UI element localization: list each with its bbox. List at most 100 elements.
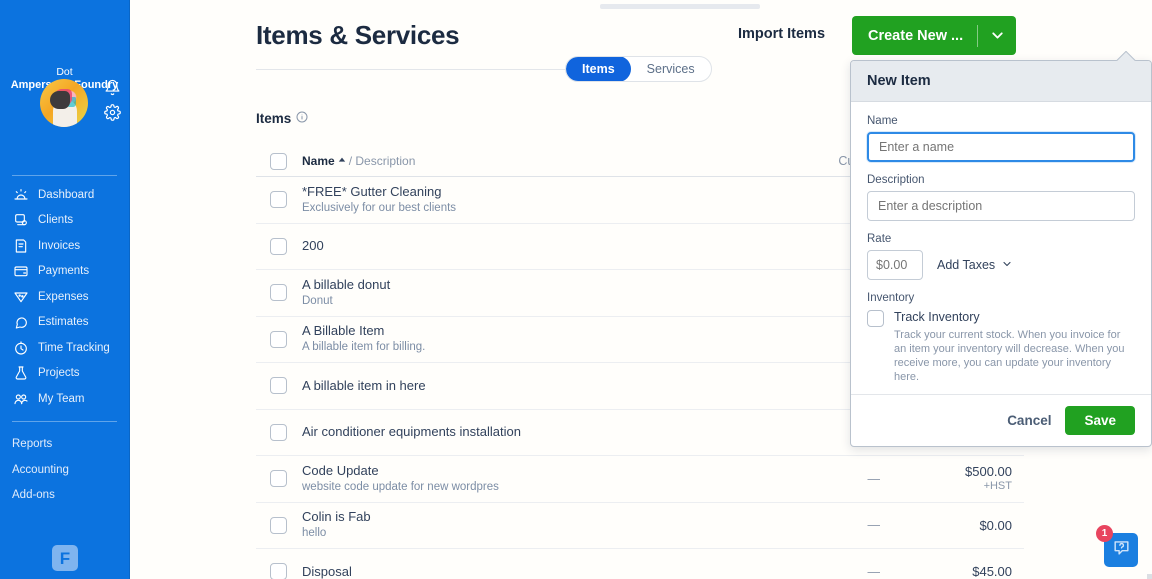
estimates-icon [12, 314, 29, 331]
column-header-description: Description [355, 154, 415, 168]
sidebar-item-expenses[interactable]: Expenses [0, 284, 129, 310]
tab-services[interactable]: Services [631, 56, 711, 82]
create-new-button[interactable]: Create New ... [852, 16, 1016, 55]
create-new-label: Create New ... [852, 28, 977, 44]
row-name: A Billable Item [302, 323, 754, 339]
items-services-toggle: Items Services [565, 56, 712, 82]
track-inventory-checkbox[interactable] [867, 310, 884, 327]
import-items-button[interactable]: Import Items [738, 26, 825, 42]
row-checkbox[interactable] [270, 377, 287, 394]
description-label: Description [867, 174, 1135, 186]
tab-items[interactable]: Items [566, 56, 631, 82]
gear-icon[interactable] [104, 104, 121, 121]
main-content: Items & Services Import Items Create New… [130, 0, 1152, 579]
row-checkbox[interactable] [270, 331, 287, 348]
sidebar-item-label: Expenses [38, 291, 89, 303]
sidebar-divider-bottom [12, 421, 117, 422]
description-field-group: Description [867, 174, 1135, 221]
row-current: — [764, 565, 894, 579]
track-inventory-description: Track your current stock. When you invoi… [894, 328, 1135, 384]
sidebar-item-dashboard[interactable]: Dashboard [0, 182, 129, 208]
select-all-checkbox[interactable] [270, 153, 287, 170]
row-checkbox[interactable] [270, 424, 287, 441]
track-inventory-label: Track Inventory [894, 309, 1135, 325]
description-input[interactable] [867, 191, 1135, 221]
table-row[interactable]: Colin is Fab hello — $0.00 [256, 503, 1024, 550]
save-button[interactable]: Save [1065, 406, 1135, 435]
sidebar-item-time-tracking[interactable]: Time Tracking [0, 335, 129, 361]
dashboard-icon [12, 186, 29, 203]
new-item-modal: New Item Name Description Rate Add Taxes [850, 60, 1152, 447]
sidebar-item-my-team[interactable]: My Team [0, 386, 129, 412]
row-name: Disposal [302, 564, 754, 579]
row-checkbox[interactable] [270, 191, 287, 208]
team-icon [12, 390, 29, 407]
row-name: A billable item in here [302, 378, 754, 394]
column-header-name-description[interactable]: Name/ Description [302, 154, 415, 168]
inventory-label: Inventory [867, 292, 1135, 304]
bell-icon[interactable] [104, 79, 121, 96]
row-name: A billable donut [302, 277, 754, 293]
user-first-name: Dot [0, 66, 129, 79]
sidebar-item-label: Time Tracking [38, 342, 110, 354]
logo-letter: F [60, 550, 70, 567]
sidebar-item-label: Invoices [38, 240, 80, 252]
row-name: 200 [302, 238, 754, 254]
expenses-icon [12, 288, 29, 305]
sidebar-item-label: My Team [38, 393, 84, 405]
sidebar-header: Dot Ampersand Foundry [0, 66, 129, 166]
chevron-down-icon [1001, 258, 1013, 273]
rate-field-group: Rate Add Taxes [867, 233, 1135, 280]
row-checkbox[interactable] [270, 284, 287, 301]
table-row[interactable]: Disposal — $45.00 [256, 549, 1024, 579]
inventory-field-group: Inventory Track Inventory Track your cur… [867, 292, 1135, 384]
name-input[interactable] [867, 132, 1135, 162]
row-checkbox[interactable] [270, 517, 287, 534]
chevron-down-icon[interactable] [978, 27, 1016, 44]
clients-icon [12, 212, 29, 229]
row-checkbox[interactable] [270, 563, 287, 579]
column-header-separator: / [349, 154, 352, 168]
sidebar-item-label: Clients [38, 214, 73, 226]
sidebar-item-projects[interactable]: Projects [0, 361, 129, 387]
scrollbar-corner [1147, 574, 1152, 579]
sidebar-item-invoices[interactable]: Invoices [0, 233, 129, 259]
sidebar-item-payments[interactable]: Payments [0, 259, 129, 285]
row-checkbox[interactable] [270, 238, 287, 255]
modal-body: Name Description Rate Add Taxes [851, 102, 1151, 394]
rate-input[interactable] [867, 250, 923, 280]
top-search-stub[interactable] [600, 4, 760, 9]
row-name: Air conditioner equipments installation [302, 424, 754, 440]
name-label: Name [867, 115, 1135, 127]
row-description: hello [302, 526, 754, 541]
projects-icon [12, 365, 29, 382]
sidebar-item-accounting[interactable]: Accounting [0, 457, 129, 483]
modal-footer: Cancel Save [851, 394, 1151, 446]
sidebar-item-label: Estimates [38, 316, 89, 328]
sidebar-item-reports[interactable]: Reports [0, 432, 129, 458]
app-root: Dot Ampersand Foundry Dashboard [0, 0, 1152, 579]
row-name: Colin is Fab [302, 509, 754, 525]
cancel-button[interactable]: Cancel [1007, 413, 1051, 428]
payments-icon [12, 263, 29, 280]
sidebar-nav: Dashboard Clients Invoices [0, 182, 129, 412]
sidebar-item-label: Projects [38, 367, 80, 379]
row-amount: $500.00 [894, 464, 1012, 479]
row-checkbox[interactable] [270, 470, 287, 487]
modal-pointer-arrow [1116, 51, 1136, 61]
sidebar-item-estimates[interactable]: Estimates [0, 310, 129, 336]
sort-asc-icon [338, 156, 346, 164]
add-taxes-dropdown[interactable]: Add Taxes [937, 258, 1013, 273]
row-amount-tax: +HST [894, 479, 1012, 493]
row-amount: $45.00 [894, 564, 1024, 579]
invoices-icon [12, 237, 29, 254]
info-icon[interactable] [296, 111, 308, 126]
rate-label: Rate [867, 233, 1135, 245]
avatar[interactable] [40, 79, 88, 127]
sidebar-item-add-ons[interactable]: Add-ons [0, 483, 129, 509]
sidebar-item-clients[interactable]: Clients [0, 208, 129, 234]
table-row[interactable]: Code Update website code update for new … [256, 456, 1024, 503]
help-button[interactable]: 1 [1104, 533, 1138, 567]
help-chat-icon [1112, 538, 1131, 562]
freshbooks-logo-icon: F [52, 545, 78, 571]
